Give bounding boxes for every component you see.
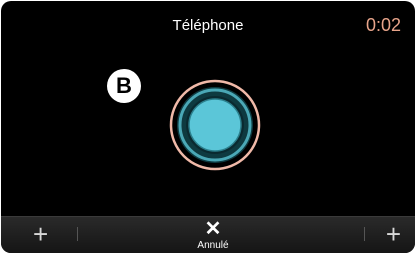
callout-badge: B [107,69,141,103]
phone-screen: Téléphone 0:02 B + ✕ Annulé + [1,1,415,253]
right-plus-button[interactable]: + [386,221,401,247]
call-button[interactable] [169,79,261,171]
cancel-button[interactable]: ✕ Annulé [183,219,243,251]
call-timer: 0:02 [365,15,401,35]
left-plus-button[interactable]: + [33,221,48,247]
close-icon: ✕ [204,218,222,240]
separator [77,227,78,241]
separator [364,227,365,241]
cancel-label: Annulé [197,240,229,251]
screen-title: Téléphone [172,17,244,34]
bottom-toolbar: + ✕ Annulé + [1,216,415,253]
